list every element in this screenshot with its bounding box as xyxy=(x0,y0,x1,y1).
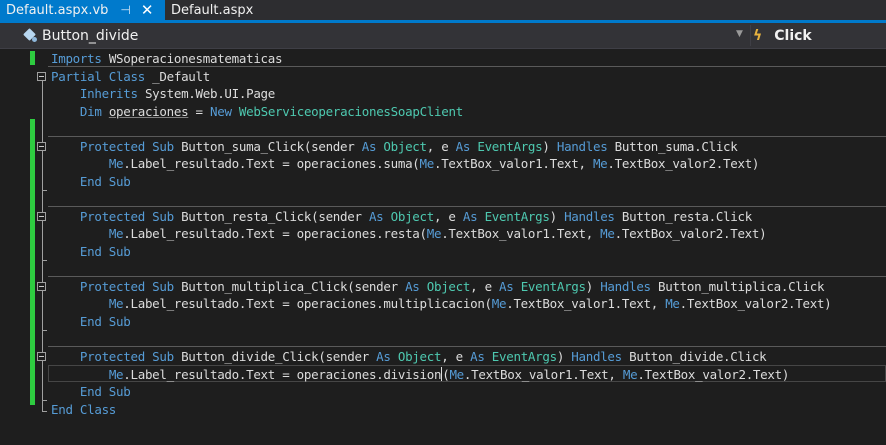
procedure-separator xyxy=(48,206,886,207)
code-line: Imports WSoperacionesmatematicas xyxy=(51,51,283,66)
event-dropdown-label: Click xyxy=(774,27,812,44)
code-line: End Sub xyxy=(79,384,131,399)
code-line-current: Me.Label_resultado.Text = operaciones.di… xyxy=(108,367,790,382)
code-line: Protected Sub Button_multiplica_Click(se… xyxy=(79,279,825,294)
code-line: Partial Class _Default xyxy=(51,69,210,84)
code-line: Me.Label_resultado.Text = operaciones.mu… xyxy=(108,296,832,311)
code-line: Protected Sub Button_divide_Click(sender… xyxy=(79,349,767,364)
collapse-toggle-suma[interactable] xyxy=(37,142,46,151)
tab-default-aspx-vb[interactable]: Default.aspx.vb ⊣ ✕ xyxy=(0,0,165,20)
member-object-icon xyxy=(24,29,38,43)
tab-default-aspx[interactable]: Default.aspx xyxy=(165,0,259,20)
procedure-separator xyxy=(48,276,886,277)
tab-label: Default.aspx.vb xyxy=(6,2,109,18)
change-indicator xyxy=(30,119,35,405)
chevron-down-icon[interactable]: ▼ xyxy=(736,29,743,39)
code-line: Me.Label_resultado.Text = operaciones.re… xyxy=(108,226,767,241)
outline-end xyxy=(42,330,47,331)
outline-end xyxy=(42,260,47,261)
code-line: Protected Sub Button_suma_Click(sender A… xyxy=(79,139,738,154)
procedure-separator xyxy=(48,346,886,347)
change-indicator xyxy=(30,51,35,65)
member-dropdown[interactable]: Button_divide xyxy=(0,24,750,47)
outline-end xyxy=(42,190,47,191)
tab-label: Default.aspx xyxy=(171,2,254,18)
code-line: Dim operaciones = New WebServiceoperacio… xyxy=(79,104,463,119)
document-tab-strip: Default.aspx.vb ⊣ ✕ Default.aspx xyxy=(0,0,886,20)
member-dropdown-label: Button_divide xyxy=(42,27,139,44)
collapse-toggle-divide[interactable] xyxy=(37,352,46,361)
code-line: End Class xyxy=(51,402,117,417)
collapse-toggle-resta[interactable] xyxy=(37,212,46,221)
code-line: Me.Label_resultado.Text = operaciones.su… xyxy=(108,156,760,171)
collapse-toggle-class[interactable] xyxy=(37,72,46,81)
navbar-divider xyxy=(750,25,751,46)
code-line: Protected Sub Button_resta_Click(sender … xyxy=(79,209,752,224)
outline-end xyxy=(42,400,47,401)
outline-line xyxy=(42,81,43,412)
code-line: Inherits System.Web.UI.Page xyxy=(79,86,276,101)
code-editor[interactable]: Imports WSoperacionesmatematicas Partial… xyxy=(0,49,886,445)
code-line: End Sub xyxy=(79,174,131,189)
close-icon[interactable]: ✕ xyxy=(141,2,154,18)
procedure-separator xyxy=(48,136,886,137)
event-dropdown[interactable]: ϟ Click xyxy=(753,24,812,47)
pin-icon[interactable]: ⊣ xyxy=(120,3,130,17)
event-bolt-icon: ϟ xyxy=(753,27,763,44)
code-line: End Sub xyxy=(79,244,131,259)
outline-end xyxy=(42,411,47,412)
collapse-toggle-multiplica[interactable] xyxy=(37,282,46,291)
navigation-bar: Button_divide ▼ ϟ Click xyxy=(0,23,886,49)
code-line: End Sub xyxy=(79,314,131,329)
